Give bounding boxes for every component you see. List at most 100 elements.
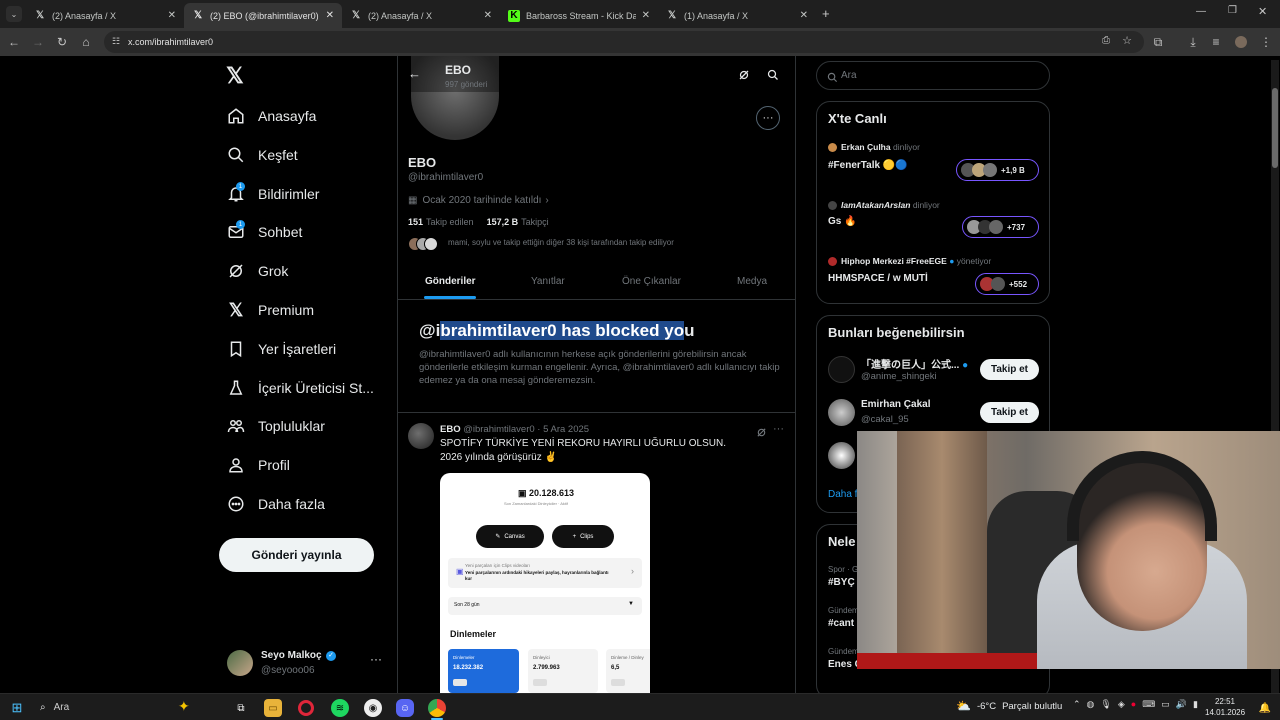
task-view-icon[interactable]: ⧉ — [232, 699, 250, 717]
taskbar-search[interactable]: ⌕ Ara ✦ — [34, 697, 214, 717]
post-image[interactable]: ▣ 20.128.613 Son Zamanlardaki Dinleyicil… — [440, 473, 650, 693]
joined-date: ▦ Ocak 2020 tarihinde katıldı › — [408, 195, 549, 206]
tab-replies[interactable]: Yanıtlar — [531, 276, 565, 287]
post-button[interactable]: Gönderi yayınla — [219, 538, 374, 572]
close-icon[interactable]: ✕ — [800, 10, 808, 21]
mic-icon[interactable]: 🎙 — [1100, 699, 1111, 710]
grok-icon[interactable] — [738, 68, 750, 86]
suggest-item[interactable]: Emirhan Çakal @cakal_95 Takip et — [828, 397, 1043, 431]
record-icon[interactable]: ● — [1131, 699, 1136, 710]
chevron-up-icon[interactable]: ⌃ — [1073, 699, 1081, 710]
follow-button[interactable]: Takip et — [980, 402, 1039, 423]
trend-name[interactable]: #cant — [828, 618, 854, 629]
reading-list-button[interactable]: ≡ — [1208, 34, 1224, 50]
sidebar-item-profile[interactable]: Profil — [226, 452, 290, 478]
more-dots-icon[interactable]: ··· — [370, 652, 382, 666]
x-logo-icon[interactable]: 𝕏 — [226, 65, 246, 87]
sidebar-item-grok[interactable]: Grok — [226, 258, 288, 284]
browser-menu-button[interactable]: ⋮ — [1258, 34, 1274, 50]
show-more-link[interactable]: Daha f — [828, 489, 857, 500]
image-metric-2: Dinleyici 2.799.963 — [528, 649, 598, 693]
network-icon[interactable]: ▭ — [1161, 699, 1170, 710]
tab-posts[interactable]: Gönderiler — [425, 276, 476, 287]
following-count[interactable]: 151 — [408, 217, 423, 227]
tab-media[interactable]: Medya — [737, 276, 767, 287]
close-icon[interactable]: ✕ — [642, 10, 650, 21]
address-bar[interactable]: ☷ x.com/ibrahimtilaver0 ⎙ ☆ — [104, 31, 1144, 53]
security-icon[interactable]: ◍ — [1087, 699, 1095, 710]
gamepad-icon[interactable]: ◈ — [1118, 699, 1125, 710]
clock[interactable]: 22:51 14.01.2026 — [1205, 696, 1245, 718]
close-icon[interactable]: ✕ — [484, 10, 492, 21]
profile-more-button[interactable]: ··· — [756, 106, 780, 130]
sidebar-item-communities[interactable]: Topluluklar — [226, 413, 325, 439]
follow-button[interactable]: Takip et — [980, 359, 1039, 380]
browser-tab[interactable]: 𝕏 (2) Anasayfa / X ✕ — [26, 3, 184, 28]
minimize-button[interactable]: — — [1196, 6, 1206, 17]
profile-avatar-button[interactable] — [1233, 34, 1249, 50]
live-item[interactable]: Hiphop Merkezi #FreeEGE ● yönetiyor HHMS… — [828, 254, 1043, 300]
browser-tab[interactable]: K Barbaross Stream - Kick Dashboard ✕ — [500, 3, 658, 28]
followers-count[interactable]: 157,2 B — [487, 217, 519, 227]
close-icon[interactable]: ✕ — [168, 10, 176, 21]
post-date[interactable]: · 5 Ara 2025 — [537, 424, 589, 435]
discord-icon[interactable]: ☺ — [396, 699, 414, 717]
browser-tab[interactable]: 𝕏 (2) Anasayfa / X ✕ — [342, 3, 500, 28]
sidebar-item-notifications[interactable]: 1 Bildirimler — [226, 181, 319, 207]
sidebar-item-creator-studio[interactable]: İçerik Üreticisi St... — [226, 375, 374, 401]
post-author-handle[interactable]: @ibrahimtilaver0 — [463, 424, 534, 435]
home-button[interactable]: ⌂ — [78, 34, 94, 50]
restore-button[interactable]: ❐ — [1228, 5, 1237, 16]
battery-icon[interactable]: ▮ — [1193, 699, 1198, 710]
back-arrow-icon[interactable]: ← — [408, 66, 421, 81]
weather-widget[interactable]: ⛅ -6°C Parçalı bulutlu — [956, 699, 1062, 713]
window-close-button[interactable]: ✕ — [1258, 5, 1267, 18]
keyboard-icon[interactable]: ⌨ — [1142, 699, 1155, 710]
search-input[interactable]: Ara — [816, 61, 1050, 90]
browser-tab-active[interactable]: 𝕏 (2) EBO (@ibrahimtilaver0) / X ✕ — [184, 3, 342, 28]
browser-tab[interactable]: 𝕏 (1) Anasayfa / X ✕ — [658, 3, 816, 28]
following-label[interactable]: Takip edilen — [426, 217, 474, 227]
reload-button[interactable]: ↻ — [54, 34, 70, 50]
new-tab-button[interactable]: + — [822, 6, 830, 21]
live-item[interactable]: Erkan Çulha dinliyor #FenerTalk 🟡🔵 +1,9 … — [828, 140, 1043, 186]
bookmark-star-icon[interactable]: ☆ — [1122, 34, 1132, 47]
search-icon[interactable] — [767, 68, 779, 86]
trend-name[interactable]: #BYÇ — [828, 577, 855, 588]
scrollbar-thumb[interactable] — [1272, 88, 1278, 168]
sidebar-item-premium[interactable]: 𝕏 Premium — [226, 297, 314, 323]
suggest-item[interactable]: 「進撃の巨人」公式... ● @anime_shingeki Takip et — [828, 354, 1043, 388]
post-author-name[interactable]: EBO — [440, 424, 461, 435]
sidebar-item-bookmarks[interactable]: Yer İşaretleri — [226, 336, 336, 362]
post-more-icon[interactable]: ··· — [773, 423, 784, 435]
caret-down-icon: ▼ — [628, 601, 634, 607]
extensions-button[interactable]: ⧉ — [1150, 34, 1166, 50]
downloads-button[interactable]: ⤓ — [1185, 34, 1201, 50]
post-text-line-1: SPOTİFY TÜRKİYE YENİ REKORU HAYIRLI UĞUR… — [440, 438, 726, 449]
notification-bell-icon[interactable]: 🔔 — [1256, 699, 1274, 717]
sidebar-item-messages[interactable]: 1 Sohbet — [226, 219, 302, 245]
followed-by-row[interactable]: mami, soylu ve takip ettiğin diğer 38 ki… — [408, 237, 788, 253]
tab-highlights[interactable]: Öne Çıkanlar — [622, 276, 681, 287]
obs-icon[interactable]: ◉ — [364, 699, 382, 717]
chrome-icon[interactable] — [428, 699, 446, 717]
volume-icon[interactable]: 🔊 — [1176, 699, 1187, 710]
post-author-avatar[interactable] — [408, 423, 434, 449]
live-item[interactable]: IamAtakanArslan dinliyor Gs 🔥 +737 — [828, 198, 1043, 244]
back-button[interactable]: ← — [6, 34, 22, 50]
install-icon[interactable]: ⎙ — [1102, 35, 1110, 46]
sidebar-item-home[interactable]: Anasayfa — [226, 103, 316, 129]
close-icon[interactable]: ✕ — [326, 10, 334, 21]
forward-button[interactable]: → — [30, 34, 46, 50]
tab-search-button[interactable]: ⌄ — [6, 6, 22, 22]
site-info-icon[interactable]: ☷ — [112, 36, 120, 47]
file-explorer-icon[interactable]: ▭ — [264, 699, 282, 717]
spotify-icon[interactable]: ≋ — [331, 699, 349, 717]
sidebar-item-explore[interactable]: Keşfet — [226, 142, 298, 168]
opera-icon[interactable] — [298, 700, 314, 716]
followers-label[interactable]: Takipçi — [521, 217, 549, 227]
windows-start-icon[interactable]: ⊞ — [8, 699, 26, 717]
grok-icon[interactable] — [756, 425, 767, 443]
account-switcher[interactable]: Seyo Malkoç ✓ @seyooo06 ··· — [227, 649, 387, 679]
sidebar-item-more[interactable]: Daha fazla — [226, 491, 325, 517]
